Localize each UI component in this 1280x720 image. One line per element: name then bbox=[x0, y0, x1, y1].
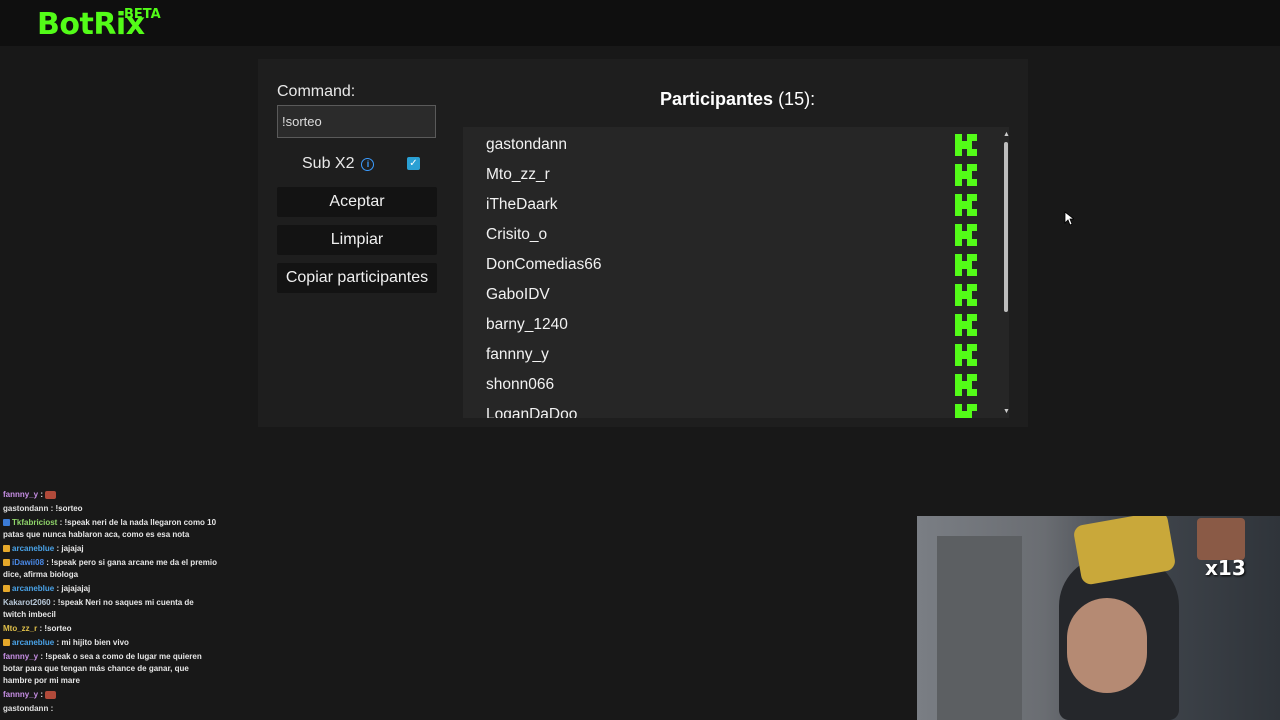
emote-multiplier: x13 bbox=[1205, 556, 1246, 580]
chat-text: : bbox=[48, 704, 54, 713]
participant-row[interactable]: fannny_y bbox=[463, 339, 993, 369]
chat-username[interactable]: iDawii08 bbox=[12, 558, 44, 567]
chat-badge-icon bbox=[3, 585, 10, 593]
clear-button[interactable]: Limpiar bbox=[277, 225, 437, 255]
chat-message: arcaneblue : jajajaj bbox=[0, 542, 220, 556]
kick-icon bbox=[955, 344, 977, 366]
webcam-door bbox=[937, 536, 1022, 720]
participants-title-text: Participantes bbox=[660, 89, 774, 109]
chat-message: arcaneblue : jajajajaj bbox=[0, 582, 220, 596]
sub-x2-row: Sub X2 i bbox=[302, 155, 375, 173]
command-label: Command: bbox=[277, 83, 356, 100]
chat-username[interactable]: gastondann bbox=[3, 704, 48, 713]
chat-username[interactable]: arcaneblue bbox=[12, 544, 54, 553]
chat-username[interactable]: Tkfabriciost bbox=[12, 518, 57, 527]
chat-message: fannny_y : bbox=[0, 688, 220, 702]
participant-name: fannny_y bbox=[486, 346, 549, 363]
participant-row[interactable]: DonComedias66 bbox=[463, 249, 993, 279]
list-scrollbar[interactable]: ▲ ▼ bbox=[1001, 131, 1011, 418]
chat-username[interactable]: fannny_y bbox=[3, 652, 38, 661]
participant-name: barny_1240 bbox=[486, 316, 568, 333]
participant-row[interactable]: Crisito_o bbox=[463, 219, 993, 249]
chat-text: : bbox=[38, 690, 46, 699]
chat-username[interactable]: arcaneblue bbox=[12, 638, 54, 647]
chat-message: fannny_y : bbox=[0, 488, 220, 502]
chat-badge-icon bbox=[3, 545, 10, 553]
chat-username[interactable]: Kakarot2060 bbox=[3, 598, 51, 607]
participant-row[interactable]: barny_1240 bbox=[463, 309, 993, 339]
kick-icon bbox=[955, 314, 977, 336]
participant-row[interactable]: Mto_zz_r bbox=[463, 159, 993, 189]
participant-name: shonn066 bbox=[486, 376, 555, 393]
mouse-cursor-icon bbox=[1064, 211, 1074, 226]
participant-name: gastondann bbox=[486, 136, 568, 153]
participant-row[interactable]: LoganDaDoo bbox=[463, 399, 993, 418]
kick-icon bbox=[955, 284, 977, 306]
chat-text: : jajajajaj bbox=[54, 584, 91, 593]
participant-name: DonComedias66 bbox=[486, 256, 602, 273]
scroll-thumb[interactable] bbox=[1004, 142, 1008, 312]
chat-text: : !sorteo bbox=[48, 504, 83, 513]
chat-message: Mto_zz_r : !sorteo bbox=[0, 622, 220, 636]
chat-text: : jajajaj bbox=[54, 544, 84, 553]
info-icon[interactable]: i bbox=[361, 157, 375, 171]
participant-name: Mto_zz_r bbox=[486, 166, 550, 183]
chat-username[interactable]: fannny_y bbox=[3, 690, 38, 699]
chat-text: : mi hijito bien vivo bbox=[54, 638, 129, 647]
command-input[interactable] bbox=[277, 105, 436, 138]
webcam-overlay: x13 bbox=[917, 516, 1280, 720]
chat-username[interactable]: arcaneblue bbox=[12, 584, 54, 593]
chat-text: : bbox=[38, 490, 46, 499]
chat-username[interactable]: gastondann bbox=[3, 504, 48, 513]
participants-list[interactable]: gastondann Mto_zz_r iTheDaark Crisito_o DonC… bbox=[463, 127, 1009, 418]
participant-row[interactable]: gastondann bbox=[463, 129, 993, 159]
chat-emote-icon bbox=[45, 490, 57, 499]
chat-message: Kakarot2060 : !speak Neri no saques mi c… bbox=[0, 596, 220, 622]
chat-username[interactable]: Mto_zz_r bbox=[3, 624, 37, 633]
chat-message: gastondann : bbox=[0, 702, 220, 716]
chat-message: gastondann : !sorteo bbox=[0, 502, 220, 516]
kick-icon bbox=[955, 404, 977, 418]
webcam-emote-image bbox=[1197, 518, 1245, 560]
participant-name: GaboIDV bbox=[486, 286, 550, 303]
scroll-down-arrow-icon[interactable]: ▼ bbox=[1003, 408, 1010, 415]
kick-icon bbox=[955, 164, 977, 186]
chat-message: arcaneblue : mi hijito bien vivo bbox=[0, 636, 220, 650]
kick-icon bbox=[955, 224, 977, 246]
participant-name: iTheDaark bbox=[486, 196, 558, 213]
kick-icon bbox=[955, 254, 977, 276]
webcam-face bbox=[1067, 598, 1147, 693]
chat-badge-icon bbox=[3, 519, 10, 527]
scroll-up-arrow-icon[interactable]: ▲ bbox=[1003, 131, 1010, 138]
participant-row[interactable]: iTheDaark bbox=[463, 189, 993, 219]
chat-username[interactable]: fannny_y bbox=[3, 490, 38, 499]
chat-badge-icon bbox=[3, 639, 10, 647]
participant-name: LoganDaDoo bbox=[486, 406, 578, 418]
chat-message: fannny_y : !speak o sea a como de lugar … bbox=[0, 650, 220, 688]
kick-icon bbox=[955, 374, 977, 396]
chat-message: Tkfabriciost : !speak neri de la nada ll… bbox=[0, 516, 220, 542]
chat-text: : !sorteo bbox=[37, 624, 72, 633]
sub-x2-checkbox[interactable]: ✓ bbox=[407, 157, 420, 170]
participant-name: Crisito_o bbox=[486, 226, 548, 243]
kick-icon bbox=[955, 194, 977, 216]
stream-chat-overlay: fannny_y : gastondann : !sorteo Tkfabrici… bbox=[0, 488, 220, 716]
sub-x2-label: Sub X2 bbox=[302, 155, 355, 172]
participant-row[interactable]: GaboIDV bbox=[463, 279, 993, 309]
chat-emote-icon bbox=[45, 690, 57, 699]
participants-title: Participantes (15): bbox=[660, 89, 815, 110]
participants-count: (15): bbox=[778, 89, 816, 109]
accept-button[interactable]: Aceptar bbox=[277, 187, 437, 217]
participant-row[interactable]: shonn066 bbox=[463, 369, 993, 399]
top-bar: BotRix BETA bbox=[0, 0, 1280, 46]
kick-icon bbox=[955, 134, 977, 156]
copy-participants-button[interactable]: Copiar participantes bbox=[277, 263, 437, 293]
giveaway-panel: Command: Sub X2 i ✓ Aceptar Limpiar Copi… bbox=[258, 59, 1028, 427]
chat-badge-icon bbox=[3, 559, 10, 567]
beta-badge: BETA bbox=[124, 7, 161, 22]
chat-message: iDawii08 : !speak pero si gana arcane me… bbox=[0, 556, 220, 582]
